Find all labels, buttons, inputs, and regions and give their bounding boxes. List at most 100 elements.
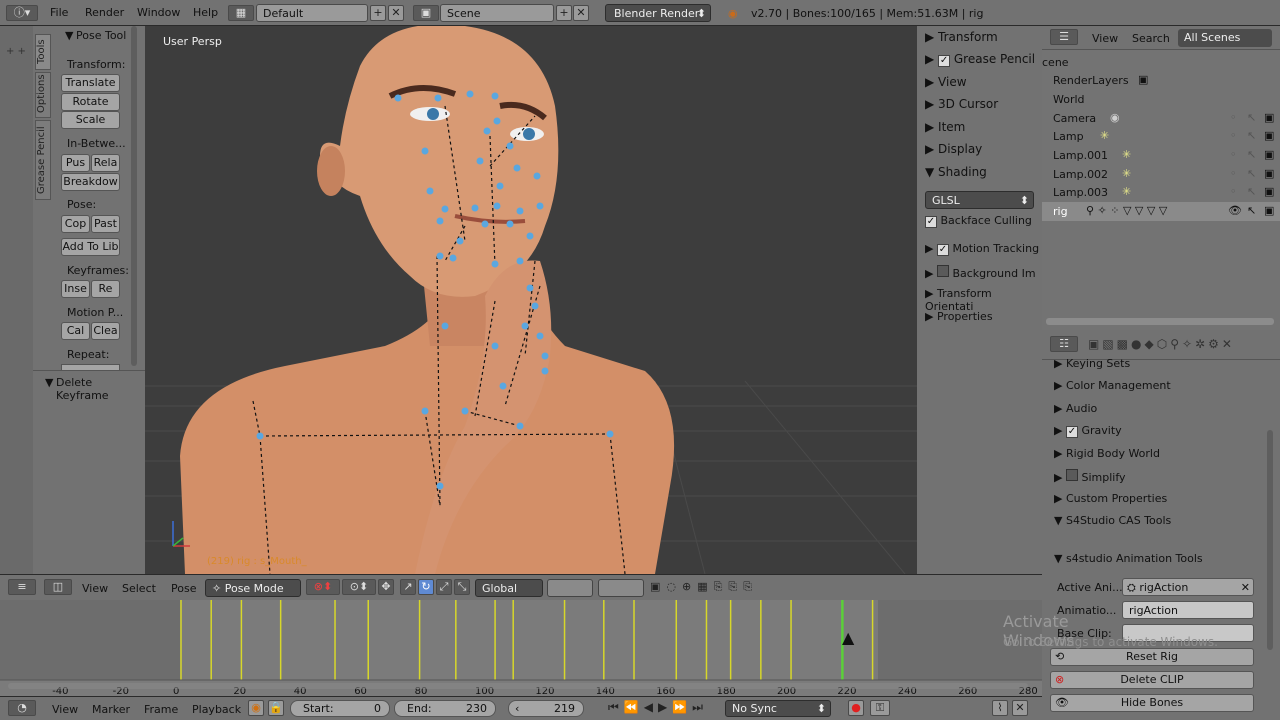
section-s4studio-anim[interactable]: ▼ s4studio Animation Tools [1054,552,1203,565]
panel-background-images[interactable]: ▶ Background Im [925,265,1036,280]
lamp-select-icon[interactable]: ↖ [1247,129,1256,142]
layers-grid-2[interactable] [598,579,644,597]
tab-tools[interactable]: Tools [35,34,51,70]
timeline-view-menu[interactable]: View [52,703,78,716]
rotate-button[interactable]: Rotate [61,93,120,111]
panel-item[interactable]: ▶ Item [925,120,965,134]
timeline-area[interactable]: -40 -20 0 20 40 60 80 100 120 140 160 180 200 220 240 2… [0,600,1218,697]
remove-layout-icon[interactable]: ✕ [388,5,404,21]
section-rigid-body-world[interactable]: ▶ Rigid Body World [1054,447,1160,460]
rotate-manipulator-icon[interactable]: ↻ [418,579,434,595]
motion-tracking-checkbox[interactable]: ✓ [936,244,949,256]
active-anim-field[interactable]: ⛭ rigAction ✕ [1122,578,1254,596]
panel-3d-cursor[interactable]: ▶ 3D Cursor [925,97,998,111]
hide-bones-button[interactable]: 👁 Hide Bones [1050,694,1254,712]
animation-name-field[interactable]: rigAction [1122,601,1254,619]
grease-pencil-checkbox[interactable]: ✓ [938,55,951,67]
add-scene-icon[interactable]: + [556,5,572,21]
screen-layout-field[interactable]: Default [256,4,368,22]
playback-controls[interactable]: ⏮⏪◀▶⏩⏭ [608,700,708,715]
lamp-003-render-icon[interactable]: ▣ [1264,185,1274,198]
lamp-003-visibility-icon[interactable]: ◦ [1230,185,1237,198]
timeline-playback-menu[interactable]: Playback [192,703,241,716]
info-editor-icon[interactable]: ⓘ▾ [6,5,38,21]
calculate-paths-button[interactable]: Cal [61,322,90,340]
panel-grease-pencil[interactable]: ▶ ✓ Grease Pencil [925,52,1035,67]
copy-pose-button[interactable]: Cop [61,215,90,233]
remove-keyframe-button[interactable]: Re [91,280,120,298]
timeline-editor-icon[interactable]: ◔ [8,700,36,716]
header-pose-menu[interactable]: Pose [171,582,196,595]
shading-mode-select[interactable]: GLSL ⬍ [925,191,1034,209]
frame-decrement-icon[interactable]: ‹ [515,702,519,715]
outliner-row-lamp-003[interactable]: Lamp.003 ✳ ◦ ↖ ▣ [1042,183,1280,202]
background-images-checkbox[interactable] [936,265,949,277]
outliner-row-scene[interactable]: cene [1042,53,1280,72]
scene-field[interactable]: Scene [440,4,554,22]
rig-select-icon[interactable]: ↖ [1247,204,1256,217]
outliner-view-menu[interactable]: View [1092,32,1118,45]
header-select-menu[interactable]: Select [122,582,156,595]
tool-shelf-scrollbar[interactable] [131,26,137,366]
section-keying-sets[interactable]: ▶ Keying Sets [1054,357,1130,370]
menu-window[interactable]: Window [137,6,180,19]
menu-help[interactable]: Help [193,6,218,19]
camera-select-icon[interactable]: ↖ [1247,111,1256,124]
panel-display[interactable]: ▶ Display [925,142,982,156]
panel-shading[interactable]: ▼ Shading [925,165,987,179]
scale-button[interactable]: Scale [61,111,120,129]
panel-view[interactable]: ▶ View [925,75,967,89]
gravity-checkbox[interactable]: ✓ [1065,426,1078,438]
relax-button[interactable]: Rela [91,154,120,172]
keying-set-icon[interactable]: ⚿ [870,700,890,716]
insert-keyframe-button[interactable]: Inse [61,280,90,298]
lamp-001-render-icon[interactable]: ▣ [1264,148,1274,161]
backface-culling-option[interactable]: ✓ Backface Culling [925,214,1032,228]
outliner-row-camera[interactable]: Camera ◉ ◦ ↖ ▣ [1042,109,1280,128]
add-layout-icon[interactable]: + [370,5,386,21]
pivot-point-icon[interactable]: ⊙⬍ [342,579,376,595]
lamp-render-icon[interactable]: ▣ [1264,129,1274,142]
timeline-scrollbar[interactable] [8,683,1028,689]
operator-collapse-icon[interactable]: ▼ [45,376,53,389]
panel-properties[interactable]: ▶ Properties [925,310,993,323]
preview-range-icon[interactable]: ◉ [248,700,264,716]
header-view-menu[interactable]: View [82,582,108,595]
section-audio[interactable]: ▶ Audio [1054,402,1097,415]
camera-render-icon[interactable]: ▣ [1264,111,1274,124]
manipulator-extra-icon[interactable]: ⤡ [454,579,470,595]
add-to-library-button[interactable]: Add To Lib [61,238,120,256]
outliner-editor-icon[interactable]: ☰ [1050,29,1078,45]
lamp-001-select-icon[interactable]: ↖ [1247,148,1256,161]
outliner-row-lamp-001[interactable]: Lamp.001 ✳ ◦ ↖ ▣ [1042,146,1280,165]
scene-icon[interactable]: ▣ [413,5,439,21]
viewport-shading-icon[interactable]: ⊗⬍ [306,579,340,595]
section-simplify[interactable]: ▶ Simplify [1054,469,1126,484]
render-engine-select[interactable]: Blender Render ⬍ [605,4,711,22]
outliner-row-lamp[interactable]: Lamp ✳ ◦ ↖ ▣ [1042,127,1280,146]
orientation-select[interactable]: Global [475,579,543,597]
translate-button[interactable]: Translate [61,74,120,92]
properties-scrollbar[interactable] [1267,430,1273,650]
lamp-001-visibility-icon[interactable]: ◦ [1230,148,1237,161]
3d-viewport[interactable]: User Persp (219) rig : s_Mouth_ [145,26,917,574]
lamp-002-render-icon[interactable]: ▣ [1264,167,1274,180]
camera-visibility-icon[interactable]: ◦ [1230,111,1237,124]
rig-render-icon[interactable]: ▣ [1264,204,1274,217]
tab-grease-pencil[interactable]: Grease Pencil [35,120,51,200]
rig-visibility-icon[interactable]: 👁 [1228,204,1242,217]
editor-type-icon[interactable]: ◫ [44,579,72,595]
paste-pose-button[interactable]: Past [91,215,120,233]
breakdown-button[interactable]: Breakdow [61,173,120,191]
reset-rig-button[interactable]: ⟲ Reset Rig [1050,648,1254,666]
lamp-002-select-icon[interactable]: ↖ [1247,167,1256,180]
outliner-row-renderlayers[interactable]: RenderLayers ▣ [1042,71,1280,90]
timeline-marker-menu[interactable]: Marker [92,703,130,716]
translate-manipulator-icon[interactable]: ↗ [400,579,416,595]
remove-scene-icon[interactable]: ✕ [573,5,589,21]
outliner-scope-select[interactable]: All Scenes [1178,29,1272,47]
scale-manipulator-icon[interactable]: ⤢ [436,579,452,595]
section-custom-properties[interactable]: ▶ Custom Properties [1054,492,1167,505]
clear-paths-button[interactable]: Clea [91,322,120,340]
lamp-003-select-icon[interactable]: ↖ [1247,185,1256,198]
